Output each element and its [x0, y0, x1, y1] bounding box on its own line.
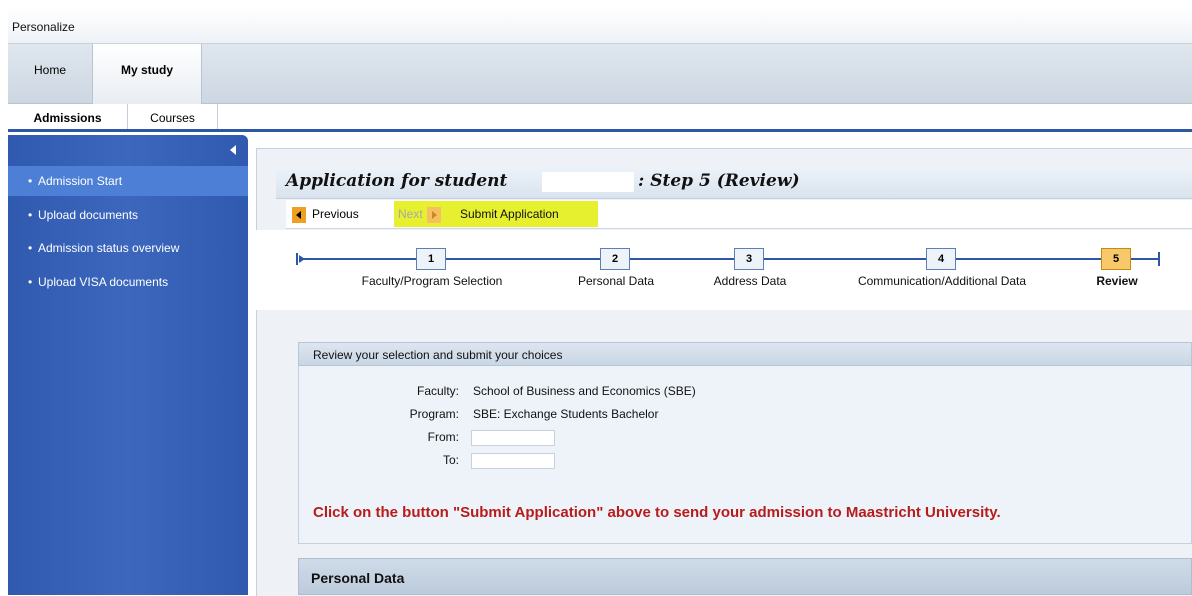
- top-tab-bar: Home My study: [8, 44, 1192, 105]
- submit-application-button[interactable]: Submit Application: [460, 200, 600, 228]
- previous-label: Previous: [312, 207, 359, 221]
- step-number: 1: [427, 253, 435, 265]
- submit-label: Submit Application: [460, 207, 559, 221]
- sub-tab-bar: Admissions Courses: [8, 104, 1192, 132]
- tab-home-label: Home: [33, 63, 66, 77]
- tab-courses-label: Courses: [150, 111, 195, 125]
- bullet-icon: •: [28, 208, 33, 222]
- sidebar-item-label: Upload VISA documents: [38, 275, 169, 289]
- tab-admissions-label: Admissions: [33, 111, 102, 125]
- review-section-body: Faculty: School of Business and Economic…: [298, 366, 1192, 544]
- bullet-icon: •: [28, 241, 33, 255]
- step-1-label: Faculty/Program Selection: [361, 274, 503, 288]
- program-label: Program:: [409, 407, 459, 421]
- tab-courses[interactable]: Courses: [128, 104, 218, 129]
- from-field[interactable]: [471, 430, 555, 446]
- from-label: From:: [427, 430, 459, 444]
- program-value: SBE: Exchange Students Bachelor: [473, 407, 659, 421]
- next-label: Next: [398, 207, 423, 221]
- roadmap-start-icon: [296, 253, 306, 265]
- step-3-label: Address Data: [713, 274, 787, 288]
- sidebar-item-label: Admission Start: [38, 174, 123, 188]
- collapse-sidebar-icon[interactable]: [230, 145, 236, 155]
- review-section-header: Review your selection and submit your ch…: [298, 342, 1192, 366]
- arrow-right-icon: [426, 206, 441, 223]
- step-number: 3: [745, 253, 753, 265]
- sidebar-item-admission-start[interactable]: • Admission Start: [8, 166, 248, 196]
- student-name-redaction: [542, 172, 634, 192]
- step-number: 5: [1112, 253, 1120, 265]
- step-number: 2: [611, 253, 619, 265]
- tab-home[interactable]: Home: [8, 44, 92, 104]
- sidebar-item-upload-visa[interactable]: • Upload VISA documents: [8, 267, 248, 297]
- personal-data-heading: Personal Data: [311, 570, 405, 586]
- page-title: Application for student: [286, 171, 508, 191]
- step-5[interactable]: 5: [1101, 248, 1131, 270]
- step-2[interactable]: 2: [600, 248, 630, 270]
- sidebar-item-label: Upload documents: [38, 208, 139, 222]
- personal-data-section-header: Personal Data: [298, 558, 1192, 595]
- tab-admissions[interactable]: Admissions: [8, 104, 128, 129]
- step-3[interactable]: 3: [734, 248, 764, 270]
- tab-my-study[interactable]: My study: [92, 44, 202, 105]
- faculty-value: School of Business and Economics (SBE): [473, 384, 696, 398]
- arrow-left-icon: [292, 206, 306, 223]
- sidebar-item-label: Admission status overview: [38, 241, 180, 255]
- tab-my-study-label: My study: [120, 63, 173, 77]
- step-number: 4: [937, 253, 945, 265]
- to-field[interactable]: [471, 453, 555, 469]
- bullet-icon: •: [28, 275, 33, 289]
- previous-button[interactable]: Previous: [292, 200, 382, 228]
- wizard-toolbar: Previous Next Submit Application: [286, 200, 1192, 229]
- roadmap: 1 Faculty/Program Selection 2 Personal D…: [256, 230, 1192, 310]
- roadmap-end-icon: [1158, 252, 1160, 266]
- page-title-bar: Application for student : Step 5 (Review…: [276, 166, 1192, 199]
- sidebar: • Admission Start • Upload documents • Admi…: [8, 135, 248, 595]
- sidebar-item-upload-documents[interactable]: • Upload documents: [8, 200, 248, 230]
- step-2-label: Personal Data: [577, 274, 655, 288]
- review-heading: Review your selection and submit your ch…: [313, 348, 563, 362]
- sidebar-item-admission-status[interactable]: • Admission status overview: [8, 233, 248, 263]
- step-4[interactable]: 4: [926, 248, 956, 270]
- faculty-label: Faculty:: [416, 384, 459, 398]
- bullet-icon: •: [28, 174, 33, 188]
- submit-instruction: Click on the button "Submit Application"…: [313, 504, 1001, 521]
- next-button: Next: [398, 200, 458, 228]
- step-4-label: Communication/Additional Data: [857, 274, 1027, 288]
- personalize-bar: Personalize: [8, 8, 1192, 44]
- step-5-label: Review: [1096, 274, 1138, 288]
- personalize-link[interactable]: Personalize: [12, 20, 75, 34]
- to-label: To:: [442, 453, 459, 467]
- page-step-title: : Step 5 (Review): [638, 171, 800, 191]
- step-1[interactable]: 1: [416, 248, 446, 270]
